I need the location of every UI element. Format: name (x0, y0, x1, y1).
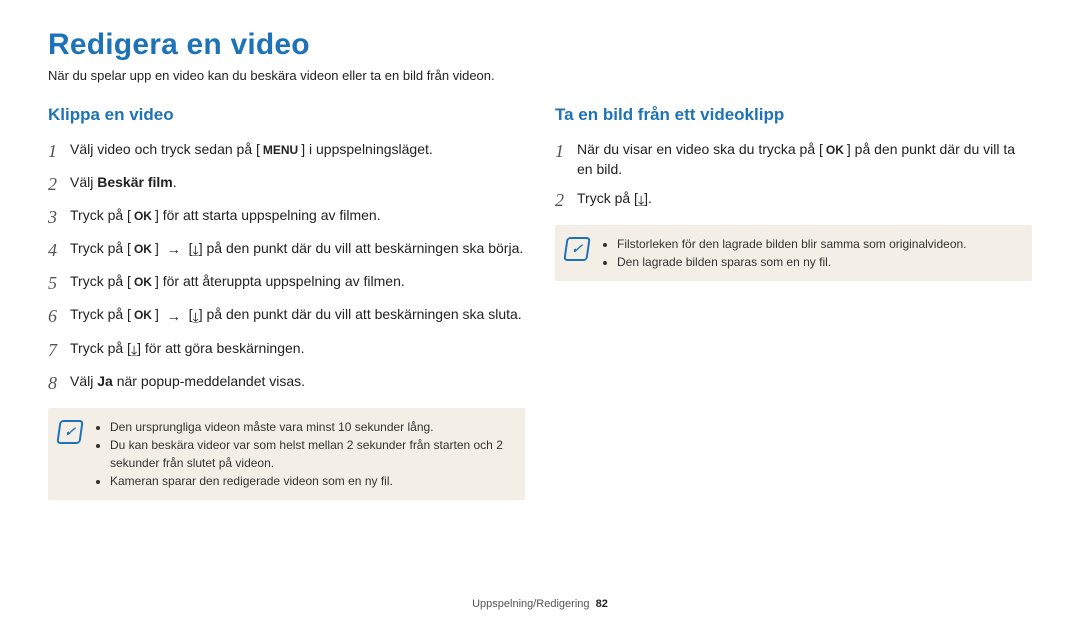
step-text: Tryck på [OK] → [⤓] på den punkt där du … (70, 238, 525, 259)
footer: Uppspelning/Redigering 82 (0, 598, 1080, 610)
list-item: 8 Välj Ja när popup-meddelandet visas. (48, 371, 525, 396)
step-text: Välj video och tryck sedan på [MENU] i u… (70, 139, 525, 159)
columns: Klippa en video 1 Välj video och tryck s… (48, 105, 1032, 500)
ok-icon: OK (132, 308, 154, 324)
step-number: 3 (48, 204, 70, 230)
page-title: Redigera en video (48, 28, 1032, 62)
download-icon: ⤓ (638, 192, 644, 208)
step-number: 1 (555, 138, 577, 164)
step-text: Tryck på [⤓] för att göra beskärningen. (70, 338, 525, 359)
intro-text: När du spelar upp en video kan du beskär… (48, 68, 1032, 83)
footer-section: Uppspelning/Redigering (472, 598, 589, 610)
list-item: 1 När du visar en video ska du trycka på… (555, 139, 1032, 180)
note-box: ✓ Filstorleken för den lagrade bilden bl… (555, 225, 1032, 281)
step-number: 8 (48, 370, 70, 396)
note-item: Den lagrade bilden sparas som en ny fil. (617, 253, 967, 271)
menu-icon: MENU (261, 142, 300, 158)
note-item: Kameran sparar den redigerade videon som… (110, 472, 511, 490)
step-text: När du visar en video ska du trycka på [… (577, 139, 1032, 180)
step-text: Tryck på [⤓]. (577, 188, 1032, 209)
note-icon: ✓ (563, 237, 590, 261)
left-column: Klippa en video 1 Välj video och tryck s… (48, 105, 525, 500)
arrow-icon: → (163, 241, 185, 257)
step-text: Välj Beskär film. (70, 172, 525, 192)
step-text: Tryck på [OK] för att återuppta uppspeln… (70, 271, 525, 291)
step-number: 6 (48, 303, 70, 329)
note-list: Filstorleken för den lagrade bilden blir… (601, 235, 967, 271)
right-column: Ta en bild från ett videoklipp 1 När du … (555, 105, 1032, 500)
step-text: Tryck på [OK] → [⤓] på den punkt där du … (70, 304, 525, 325)
list-item: 6 Tryck på [OK] → [⤓] på den punkt där d… (48, 304, 525, 329)
step-number: 5 (48, 270, 70, 296)
left-heading: Klippa en video (48, 105, 525, 125)
note-box: ✓ Den ursprungliga videon måste vara min… (48, 408, 525, 500)
note-icon: ✓ (56, 420, 83, 444)
step-text: Välj Ja när popup-meddelandet visas. (70, 371, 525, 391)
download-icon: ⤓ (193, 242, 199, 258)
ok-icon: OK (132, 275, 154, 291)
note-item: Den ursprungliga videon måste vara minst… (110, 418, 511, 436)
list-item: 3 Tryck på [OK] för att starta uppspelni… (48, 205, 525, 230)
download-icon: ⤓ (193, 309, 199, 325)
step-number: 2 (48, 171, 70, 197)
page-number: 82 (596, 598, 608, 610)
step-text: Tryck på [OK] för att starta uppspelning… (70, 205, 525, 225)
left-steps: 1 Välj video och tryck sedan på [MENU] i… (48, 139, 525, 396)
arrow-icon: → (163, 308, 185, 324)
page: Redigera en video När du spelar upp en v… (0, 0, 1080, 630)
step-number: 2 (555, 187, 577, 213)
download-icon: ⤓ (131, 342, 137, 358)
step-number: 1 (48, 138, 70, 164)
note-list: Den ursprungliga videon måste vara minst… (94, 418, 511, 490)
note-item: Filstorleken för den lagrade bilden blir… (617, 235, 967, 253)
list-item: 4 Tryck på [OK] → [⤓] på den punkt där d… (48, 238, 525, 263)
step-number: 4 (48, 237, 70, 263)
list-item: 2 Tryck på [⤓]. (555, 188, 1032, 213)
right-steps: 1 När du visar en video ska du trycka på… (555, 139, 1032, 213)
list-item: 1 Välj video och tryck sedan på [MENU] i… (48, 139, 525, 164)
step-number: 7 (48, 337, 70, 363)
ok-icon: OK (824, 142, 846, 158)
list-item: 2 Välj Beskär film. (48, 172, 525, 197)
note-item: Du kan beskära videor var som helst mell… (110, 436, 511, 472)
list-item: 7 Tryck på [⤓] för att göra beskärningen… (48, 338, 525, 363)
ok-icon: OK (132, 208, 154, 224)
list-item: 5 Tryck på [OK] för att återuppta uppspe… (48, 271, 525, 296)
ok-icon: OK (132, 242, 154, 258)
right-heading: Ta en bild från ett videoklipp (555, 105, 1032, 125)
